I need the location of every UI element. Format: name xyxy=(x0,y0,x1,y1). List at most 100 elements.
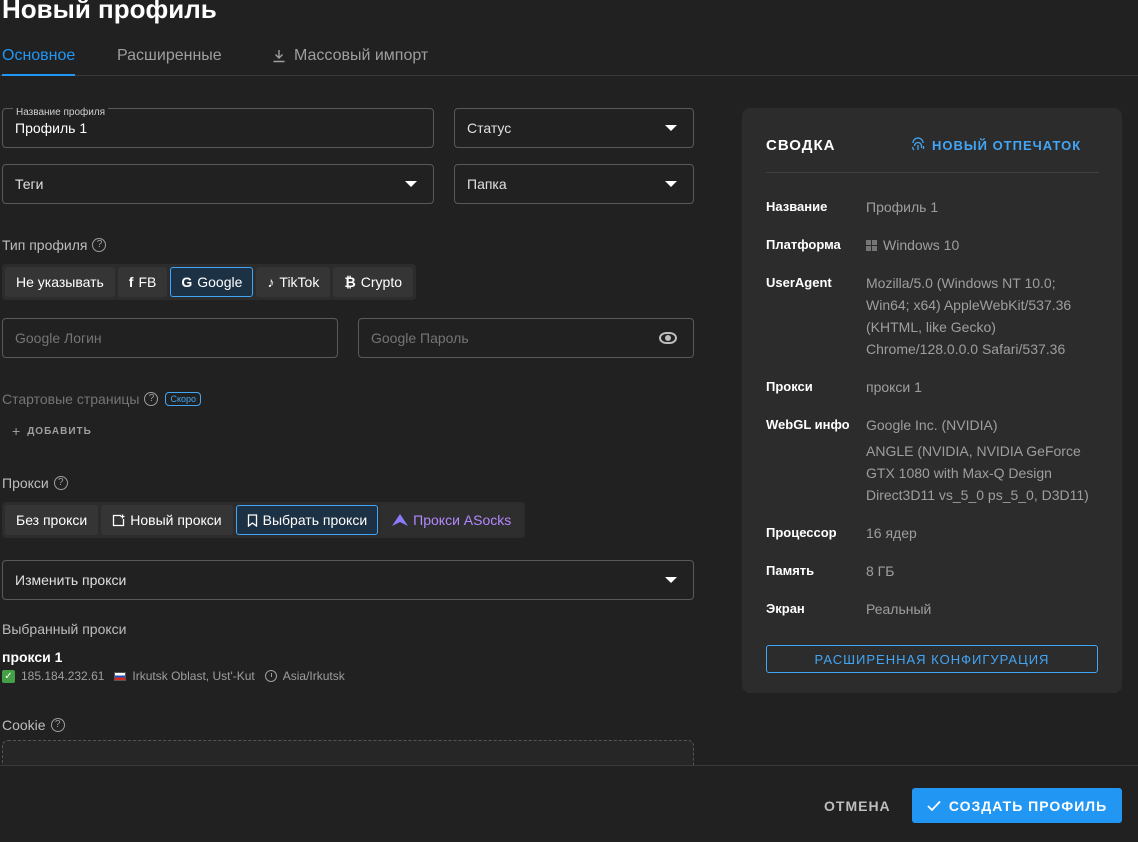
select-proxy-label: Выбрать прокси xyxy=(262,512,368,528)
proxy-ip: 185.184.232.61 xyxy=(21,669,105,683)
profile-type-crypto-label: Crypto xyxy=(360,274,402,290)
profile-type-none-button[interactable]: Не указывать xyxy=(5,267,115,297)
summary-value-line: ANGLE (NVIDIA, NVIDIA GeForce xyxy=(866,443,1081,459)
tab-bar: Основное Расширенные Массовый импорт xyxy=(0,30,1138,76)
plus-icon: + xyxy=(12,423,22,439)
tab-advanced[interactable]: Расширенные xyxy=(117,38,222,74)
asocks-proxy-button[interactable]: Прокси ASocks xyxy=(381,505,523,535)
tab-basic[interactable]: Основное xyxy=(2,38,76,76)
summary-value-line: Direct3D11 vs_5_0 ps_5_0, D3D11) xyxy=(866,487,1089,503)
check-icon xyxy=(927,800,941,811)
chevron-down-icon xyxy=(405,181,417,187)
profile-type-group: Не указывать f FB G Google ♪ TikTok ₿ Cr… xyxy=(2,264,416,300)
summary-value-line: Google Inc. (NVIDIA) xyxy=(866,417,998,433)
tab-bulk-import[interactable]: Массовый импорт xyxy=(272,38,428,74)
summary-divider xyxy=(766,172,1099,173)
google-password-field[interactable] xyxy=(358,318,694,358)
windows-icon xyxy=(866,239,877,251)
summary-value: Windows 10 xyxy=(866,234,1101,256)
google-login-input[interactable] xyxy=(15,330,325,346)
summary-key: Память xyxy=(766,563,815,578)
create-profile-label: СОЗДАТЬ ПРОФИЛЬ xyxy=(948,797,1108,814)
google-password-input[interactable] xyxy=(371,330,681,346)
help-icon[interactable]: ? xyxy=(144,392,159,406)
tags-placeholder: Теги xyxy=(15,176,44,192)
summary-value-line: Mozilla/5.0 (Windows NT 10.0; xyxy=(866,275,1056,291)
advanced-config-button[interactable]: РАСШИРЕННАЯ КОНФИГУРАЦИЯ xyxy=(766,645,1098,673)
profile-type-label: Тип профиля ? xyxy=(2,237,107,253)
help-icon[interactable]: ? xyxy=(50,718,65,732)
new-fingerprint-button[interactable]: НОВЫЙ ОТПЕЧАТОК xyxy=(910,137,1081,153)
profile-type-fb-button[interactable]: f FB xyxy=(117,267,168,297)
selected-proxy-label: Выбранный прокси xyxy=(2,621,126,637)
selected-proxy-meta: ✓ 185.184.232.61 Irkutsk Oblast, Ust'-Ku… xyxy=(2,669,345,683)
proxy-label: Прокси ? xyxy=(2,475,68,491)
chevron-down-icon xyxy=(665,181,677,187)
start-pages-label-text: Стартовые страницы xyxy=(2,391,140,407)
summary-panel: СВОДКА НОВЫЙ ОТПЕЧАТОК Название Профиль … xyxy=(742,108,1122,693)
summary-value-line: (KHTML, like Gecko) xyxy=(866,319,996,335)
summary-key: WebGL инфо xyxy=(766,417,850,432)
folder-select[interactable]: Папка xyxy=(454,164,694,204)
summary-value: Реальный xyxy=(866,598,1101,620)
profile-type-google-label: Google xyxy=(197,274,243,290)
add-start-page-button[interactable]: + ДОБАВИТЬ xyxy=(12,423,92,439)
summary-value-line: Профиль 1 xyxy=(866,199,939,215)
profile-name-label: Название профиля xyxy=(13,108,109,118)
summary-value: 8 ГБ xyxy=(866,560,1101,582)
summary-key: Процессор xyxy=(766,525,837,540)
status-select[interactable]: Статус xyxy=(454,108,694,148)
folder-placeholder: Папка xyxy=(467,176,507,192)
summary-value-line: 8 ГБ xyxy=(866,563,895,579)
add-start-page-label: ДОБАВИТЬ xyxy=(27,425,92,437)
tab-bulk-import-label: Массовый импорт xyxy=(294,47,429,64)
google-login-field[interactable] xyxy=(2,318,338,358)
select-proxy-button[interactable]: Выбрать прокси xyxy=(235,505,379,535)
add-box-icon xyxy=(113,514,125,526)
proxy-timezone: Asia/Irkutsk xyxy=(282,669,345,683)
summary-value-line: Реальный xyxy=(866,601,932,617)
summary-key: Название xyxy=(766,199,828,214)
proxy-location: Irkutsk Oblast, Ust'-Kut xyxy=(132,669,255,683)
summary-value-line: Win64; x64) AppleWebKit/537.36 xyxy=(866,297,1072,313)
download-icon xyxy=(273,50,285,63)
page-title: Новый профиль xyxy=(2,0,217,24)
profile-type-label-text: Тип профиля xyxy=(2,237,88,253)
footer-bar: ОТМЕНА СОЗДАТЬ ПРОФИЛЬ xyxy=(0,765,1138,842)
profile-type-crypto-button[interactable]: ₿ Crypto xyxy=(333,267,413,297)
summary-value: Профиль 1 xyxy=(866,196,1101,218)
profile-type-fb-label: FB xyxy=(138,274,157,290)
new-proxy-button[interactable]: Новый прокси xyxy=(101,505,233,535)
bookmark-icon xyxy=(247,513,257,527)
no-proxy-button[interactable]: Без прокси xyxy=(5,505,99,535)
cookie-label-text: Cookie xyxy=(2,717,46,733)
summary-value: Mozilla/5.0 (Windows NT 10.0; Win64; x64… xyxy=(866,272,1101,360)
soon-badge: Скоро xyxy=(165,392,202,406)
new-fingerprint-label: НОВЫЙ ОТПЕЧАТОК xyxy=(932,137,1082,153)
profile-type-google-button[interactable]: G Google xyxy=(170,267,254,297)
profile-name-field[interactable]: Название профиля xyxy=(2,108,434,148)
tags-select[interactable]: Теги xyxy=(2,164,434,204)
summary-key: Прокси xyxy=(766,379,813,394)
asocks-logo-icon xyxy=(392,514,409,526)
change-proxy-select[interactable]: Изменить прокси xyxy=(2,560,694,600)
summary-key: Экран xyxy=(766,601,805,616)
profile-name-input[interactable] xyxy=(15,120,421,136)
fingerprint-icon xyxy=(911,137,925,151)
help-icon[interactable]: ? xyxy=(53,476,68,490)
cancel-button[interactable]: ОТМЕНА xyxy=(812,788,903,824)
profile-type-tiktok-button[interactable]: ♪ TikTok xyxy=(256,267,331,297)
tab-basic-label: Основное xyxy=(2,47,76,64)
bitcoin-icon: ₿ xyxy=(344,274,356,290)
no-proxy-label: Без прокси xyxy=(16,512,88,528)
russia-flag-icon xyxy=(114,671,127,681)
help-icon[interactable]: ? xyxy=(92,238,107,252)
summary-value: ANGLE (NVIDIA, NVIDIA GeForce GTX 1080 w… xyxy=(866,440,1101,506)
new-proxy-label: Новый прокси xyxy=(130,512,222,528)
summary-value-line: прокси 1 xyxy=(866,379,922,395)
eye-icon[interactable] xyxy=(659,332,677,344)
create-profile-button[interactable]: СОЗДАТЬ ПРОФИЛЬ xyxy=(912,788,1122,823)
facebook-icon: f xyxy=(128,274,134,290)
asocks-proxy-label: Прокси ASocks xyxy=(413,512,512,528)
status-placeholder: Статус xyxy=(467,120,512,136)
